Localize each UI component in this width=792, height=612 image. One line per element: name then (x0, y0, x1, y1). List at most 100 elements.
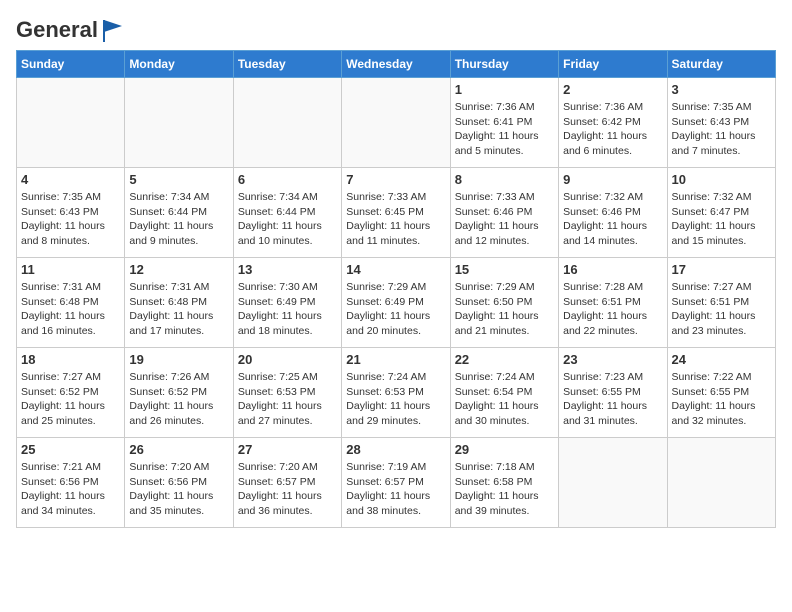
calendar-cell: 8 Sunrise: 7:33 AM Sunset: 6:46 PM Daylig… (450, 168, 558, 258)
calendar-cell: 27Sunrise: 7:20 AM Sunset: 6:57 PM Dayli… (233, 438, 341, 528)
day-number: 18 (21, 352, 120, 367)
calendar-cell: 6 Sunrise: 7:34 AM Sunset: 6:44 PM Daylig… (233, 168, 341, 258)
day-info: Sunrise: 7:26 AM Sunset: 6:52 PM Dayligh… (129, 370, 228, 429)
calendar-week-row: 1 Sunrise: 7:36 AM Sunset: 6:41 PM Daylig… (17, 78, 776, 168)
calendar-cell: 2 Sunrise: 7:36 AM Sunset: 6:42 PM Daylig… (559, 78, 667, 168)
calendar-cell: 12Sunrise: 7:31 AM Sunset: 6:48 PM Dayli… (125, 258, 233, 348)
day-info: Sunrise: 7:27 AM Sunset: 6:51 PM Dayligh… (672, 280, 771, 339)
day-number: 10 (672, 172, 771, 187)
calendar-cell (17, 78, 125, 168)
calendar-cell: 25 Sunrise: 7:21 AM Sunset: 6:56 PM Dayli… (17, 438, 125, 528)
day-info: Sunrise: 7:28 AM Sunset: 6:51 PM Dayligh… (563, 280, 662, 339)
calendar-table: SundayMondayTuesdayWednesdayThursdayFrid… (16, 50, 776, 528)
day-info: Sunrise: 7:21 AM Sunset: 6:56 PM Dayligh… (21, 460, 120, 519)
day-number: 19 (129, 352, 228, 367)
calendar-cell: 19 Sunrise: 7:26 AM Sunset: 6:52 PM Dayli… (125, 348, 233, 438)
calendar-cell: 23 Sunrise: 7:23 AM Sunset: 6:55 PM Dayli… (559, 348, 667, 438)
calendar-cell (559, 438, 667, 528)
day-info: Sunrise: 7:32 AM Sunset: 6:46 PM Dayligh… (563, 190, 662, 249)
calendar-cell: 22Sunrise: 7:24 AM Sunset: 6:54 PM Dayli… (450, 348, 558, 438)
day-info: Sunrise: 7:20 AM Sunset: 6:56 PM Dayligh… (129, 460, 228, 519)
calendar-cell: 7 Sunrise: 7:33 AM Sunset: 6:45 PM Daylig… (342, 168, 450, 258)
day-info: Sunrise: 7:29 AM Sunset: 6:49 PM Dayligh… (346, 280, 445, 339)
calendar-cell: 9 Sunrise: 7:32 AM Sunset: 6:46 PM Daylig… (559, 168, 667, 258)
calendar-cell: 3 Sunrise: 7:35 AM Sunset: 6:43 PM Daylig… (667, 78, 775, 168)
day-info: Sunrise: 7:27 AM Sunset: 6:52 PM Dayligh… (21, 370, 120, 429)
day-number: 8 (455, 172, 554, 187)
calendar-cell (667, 438, 775, 528)
day-info: Sunrise: 7:36 AM Sunset: 6:42 PM Dayligh… (563, 100, 662, 159)
day-number: 15 (455, 262, 554, 277)
day-info: Sunrise: 7:34 AM Sunset: 6:44 PM Dayligh… (129, 190, 228, 249)
calendar-cell (342, 78, 450, 168)
day-number: 6 (238, 172, 337, 187)
day-number: 28 (346, 442, 445, 457)
calendar-week-row: 25 Sunrise: 7:21 AM Sunset: 6:56 PM Dayli… (17, 438, 776, 528)
calendar-header-row: SundayMondayTuesdayWednesdayThursdayFrid… (17, 51, 776, 78)
day-number: 5 (129, 172, 228, 187)
calendar-cell: 15 Sunrise: 7:29 AM Sunset: 6:50 PM Dayli… (450, 258, 558, 348)
day-number: 25 (21, 442, 120, 457)
day-number: 13 (238, 262, 337, 277)
day-number: 9 (563, 172, 662, 187)
weekday-header-wednesday: Wednesday (342, 51, 450, 78)
page-header: General (16, 16, 776, 40)
weekday-header-saturday: Saturday (667, 51, 775, 78)
calendar-cell: 24 Sunrise: 7:22 AM Sunset: 6:55 PM Dayli… (667, 348, 775, 438)
day-info: Sunrise: 7:30 AM Sunset: 6:49 PM Dayligh… (238, 280, 337, 339)
calendar-cell: 28 Sunrise: 7:19 AM Sunset: 6:57 PM Dayli… (342, 438, 450, 528)
day-number: 4 (21, 172, 120, 187)
day-number: 7 (346, 172, 445, 187)
day-info: Sunrise: 7:23 AM Sunset: 6:55 PM Dayligh… (563, 370, 662, 429)
calendar-cell (125, 78, 233, 168)
calendar-cell: 21 Sunrise: 7:24 AM Sunset: 6:53 PM Dayli… (342, 348, 450, 438)
calendar-cell: 5 Sunrise: 7:34 AM Sunset: 6:44 PM Daylig… (125, 168, 233, 258)
calendar-week-row: 11 Sunrise: 7:31 AM Sunset: 6:48 PM Dayli… (17, 258, 776, 348)
logo-flag-icon (100, 16, 128, 44)
day-number: 11 (21, 262, 120, 277)
day-number: 26 (129, 442, 228, 457)
day-info: Sunrise: 7:19 AM Sunset: 6:57 PM Dayligh… (346, 460, 445, 519)
day-number: 2 (563, 82, 662, 97)
calendar-cell: 20 Sunrise: 7:25 AM Sunset: 6:53 PM Dayli… (233, 348, 341, 438)
day-number: 16 (563, 262, 662, 277)
calendar-cell: 29Sunrise: 7:18 AM Sunset: 6:58 PM Dayli… (450, 438, 558, 528)
day-number: 27 (238, 442, 337, 457)
calendar-cell: 26 Sunrise: 7:20 AM Sunset: 6:56 PM Dayli… (125, 438, 233, 528)
weekday-header-tuesday: Tuesday (233, 51, 341, 78)
logo: General (16, 16, 128, 40)
day-info: Sunrise: 7:29 AM Sunset: 6:50 PM Dayligh… (455, 280, 554, 339)
day-number: 20 (238, 352, 337, 367)
day-info: Sunrise: 7:33 AM Sunset: 6:46 PM Dayligh… (455, 190, 554, 249)
logo-general-text: General (16, 17, 98, 43)
day-info: Sunrise: 7:33 AM Sunset: 6:45 PM Dayligh… (346, 190, 445, 249)
weekday-header-thursday: Thursday (450, 51, 558, 78)
calendar-cell: 10 Sunrise: 7:32 AM Sunset: 6:47 PM Dayli… (667, 168, 775, 258)
calendar-cell: 4 Sunrise: 7:35 AM Sunset: 6:43 PM Daylig… (17, 168, 125, 258)
day-info: Sunrise: 7:35 AM Sunset: 6:43 PM Dayligh… (21, 190, 120, 249)
day-info: Sunrise: 7:35 AM Sunset: 6:43 PM Dayligh… (672, 100, 771, 159)
day-number: 14 (346, 262, 445, 277)
day-info: Sunrise: 7:24 AM Sunset: 6:53 PM Dayligh… (346, 370, 445, 429)
day-info: Sunrise: 7:22 AM Sunset: 6:55 PM Dayligh… (672, 370, 771, 429)
weekday-header-monday: Monday (125, 51, 233, 78)
day-number: 23 (563, 352, 662, 367)
calendar-cell: 18 Sunrise: 7:27 AM Sunset: 6:52 PM Dayli… (17, 348, 125, 438)
calendar-cell: 1 Sunrise: 7:36 AM Sunset: 6:41 PM Daylig… (450, 78, 558, 168)
calendar-cell: 13 Sunrise: 7:30 AM Sunset: 6:49 PM Dayli… (233, 258, 341, 348)
day-number: 24 (672, 352, 771, 367)
calendar-week-row: 18 Sunrise: 7:27 AM Sunset: 6:52 PM Dayli… (17, 348, 776, 438)
weekday-header-sunday: Sunday (17, 51, 125, 78)
day-info: Sunrise: 7:32 AM Sunset: 6:47 PM Dayligh… (672, 190, 771, 249)
day-info: Sunrise: 7:25 AM Sunset: 6:53 PM Dayligh… (238, 370, 337, 429)
day-number: 21 (346, 352, 445, 367)
day-number: 29 (455, 442, 554, 457)
calendar-week-row: 4 Sunrise: 7:35 AM Sunset: 6:43 PM Daylig… (17, 168, 776, 258)
calendar-cell: 11 Sunrise: 7:31 AM Sunset: 6:48 PM Dayli… (17, 258, 125, 348)
day-number: 1 (455, 82, 554, 97)
day-info: Sunrise: 7:34 AM Sunset: 6:44 PM Dayligh… (238, 190, 337, 249)
day-number: 3 (672, 82, 771, 97)
day-number: 22 (455, 352, 554, 367)
day-info: Sunrise: 7:31 AM Sunset: 6:48 PM Dayligh… (21, 280, 120, 339)
day-info: Sunrise: 7:36 AM Sunset: 6:41 PM Dayligh… (455, 100, 554, 159)
